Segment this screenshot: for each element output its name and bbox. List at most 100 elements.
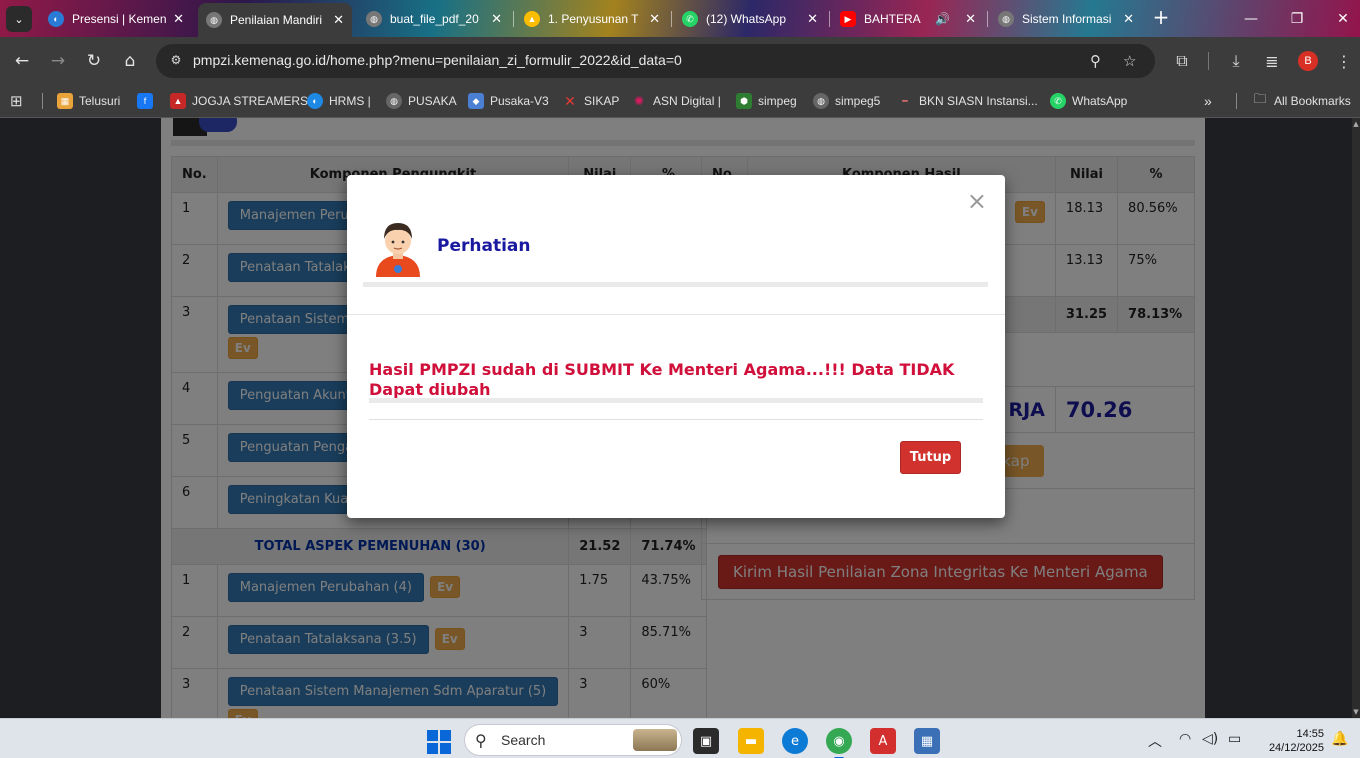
tab-penyusunan[interactable]: ▲ 1. Penyusunan T ✕ — [516, 6, 668, 32]
bookmark-bkn-siasn[interactable]: ━ BKN SIASN Instansi... — [897, 91, 1037, 111]
chrome-browser-icon[interactable]: ◉ — [826, 728, 852, 758]
minimize-button[interactable]: — — [1228, 0, 1274, 37]
tab-separator — [987, 11, 988, 27]
globe-icon: ◍ — [813, 93, 829, 109]
notifications-icon[interactable]: 🔔 — [1331, 731, 1348, 747]
bookmark-icon: ━ — [902, 95, 908, 106]
bookmark-icon: ✕ — [564, 92, 576, 109]
site-info-icon[interactable]: ⚙ — [168, 53, 184, 69]
tab-search-chevron-icon[interactable]: ⌄ — [6, 6, 32, 32]
tab-penilaian-mandiri[interactable]: ◍ Penilaian Mandiri ✕ — [198, 3, 352, 37]
tab-bahtera[interactable]: ▶ BAHTERA CI 🔊 ✕ — [832, 6, 984, 32]
bookmark-star-icon[interactable]: ☆ — [1123, 52, 1136, 70]
globe-icon: ◍ — [206, 12, 222, 28]
bookmark-icon: ◆ — [468, 93, 484, 109]
whatsapp-icon: ✆ — [682, 11, 698, 27]
bookmark-icon: ⬢ — [736, 93, 752, 109]
tab-close-icon[interactable]: ✕ — [333, 12, 344, 28]
globe-icon: ◍ — [386, 93, 402, 109]
bookmark-sikap[interactable]: ✕ SIKAP — [562, 91, 619, 111]
url-text[interactable]: pmpzi.kemenag.go.id/home.php?menu=penila… — [193, 52, 682, 68]
clock-time: 14:55 — [1296, 728, 1324, 740]
tab-close-icon[interactable]: ✕ — [173, 11, 184, 27]
bookmark-whatsapp[interactable]: ✆ WhatsApp — [1050, 91, 1127, 111]
bookmarks-divider — [42, 93, 43, 109]
edge-browser-icon[interactable]: e — [782, 728, 808, 754]
taskbar-search[interactable]: ⚲ Search — [464, 724, 682, 756]
file-explorer-icon[interactable]: ▬ — [738, 728, 764, 754]
tab-strip: ⌄ ◐ Presensi | Kemen ✕ ◍ Penilaian Mandi… — [0, 0, 1360, 37]
scroll-up-arrow-icon[interactable]: ▲ — [1352, 120, 1360, 128]
youtube-icon: ▶ — [840, 11, 856, 27]
tab-sistem-informasi[interactable]: ◍ Sistem Informasi ✕ — [990, 6, 1142, 32]
volume-icon[interactable]: ◁) — [1202, 731, 1218, 747]
tab-buat-file-pdf[interactable]: ◍ buat_file_pdf_20 ✕ — [358, 6, 510, 32]
tab-whatsapp[interactable]: ✆ (12) WhatsApp ✕ — [674, 6, 826, 32]
bookmarks-bar: ⊞ ▦ Telusuri f ▲ JOGJA STREAMERS ◐ HRMS … — [0, 84, 1360, 118]
folder-icon: 🗀 — [1253, 91, 1267, 106]
wifi-icon[interactable]: ◠ — [1179, 731, 1191, 747]
bookmark-pusaka[interactable]: ◍ PUSAKA — [386, 91, 457, 111]
address-bar[interactable]: ⚙ pmpzi.kemenag.go.id/home.php?menu=peni… — [156, 44, 1155, 78]
tab-separator — [829, 11, 830, 27]
tab-close-icon[interactable]: ✕ — [965, 11, 976, 27]
audio-playing-icon[interactable]: 🔊 — [935, 12, 950, 26]
home-button[interactable]: ⌂ — [118, 49, 142, 73]
bookmark-jogja-streamers[interactable]: ▲ JOGJA STREAMERS — [170, 91, 308, 111]
globe-icon: ◍ — [998, 11, 1014, 27]
tab-close-icon[interactable]: ✕ — [1123, 11, 1134, 27]
more-menu-icon[interactable]: ⋮ — [1332, 49, 1356, 73]
tab-presensi[interactable]: ◐ Presensi | Kemen ✕ — [40, 6, 192, 32]
google-drive-icon: ▲ — [524, 11, 540, 27]
taskbar-clock[interactable]: 14:55 24/12/2025 — [1262, 727, 1324, 755]
extensions-icon[interactable]: ⧉ — [1170, 49, 1194, 73]
modal-title: Perhatian — [437, 236, 531, 256]
modal-footer-border — [369, 419, 983, 420]
show-hidden-icons-chevron-icon[interactable]: ︿ — [1148, 731, 1162, 751]
search-icon: ⚲ — [475, 731, 487, 750]
tab-favicon-icon: ◐ — [48, 11, 64, 27]
reload-button[interactable]: ↻ — [82, 49, 106, 73]
forward-button[interactable]: → — [46, 49, 70, 73]
whatsapp-icon: ✆ — [1050, 93, 1066, 109]
page-scrollbar[interactable]: ▲ ▼ — [1352, 118, 1360, 718]
globe-icon: ◍ — [366, 11, 382, 27]
task-view-icon[interactable]: ▣ — [693, 728, 719, 754]
bookmark-facebook[interactable]: f — [137, 91, 159, 111]
restore-button[interactable]: ❐ — [1274, 0, 1320, 37]
all-bookmarks-button[interactable]: 🗀 All Bookmarks — [1252, 91, 1350, 111]
profile-avatar[interactable]: B — [1298, 51, 1318, 71]
bookmark-hrms[interactable]: ◐ HRMS | — [307, 91, 371, 111]
bookmark-telusuri[interactable]: ▦ Telusuri — [57, 91, 120, 111]
bookmark-asn-digital[interactable]: ✺ ASN Digital | — [631, 91, 721, 111]
battery-icon[interactable]: ▭ — [1228, 731, 1241, 747]
bookmark-simpeg[interactable]: ⬢ simpeg — [736, 91, 797, 111]
windows-start-icon[interactable] — [427, 730, 451, 754]
media-controls-icon[interactable]: ≣ — [1260, 49, 1284, 73]
bookmark-icon: ✺ — [633, 94, 645, 108]
modal-header-border — [347, 314, 1005, 315]
new-tab-button[interactable]: + — [1150, 7, 1172, 29]
calculator-icon[interactable]: ▦ — [914, 728, 940, 754]
tutup-button[interactable]: Tutup — [900, 441, 961, 474]
bookmarks-overflow-chevron-icon[interactable]: » — [1204, 91, 1212, 111]
tab-close-icon[interactable]: ✕ — [807, 11, 818, 27]
bookmark-pusaka-v3[interactable]: ◆ Pusaka-V3 — [468, 91, 549, 111]
zoom-icon[interactable]: ⚲ — [1090, 52, 1101, 70]
bookmarks-divider — [1236, 93, 1237, 109]
tab-close-icon[interactable]: ✕ — [649, 11, 660, 27]
bookmark-simpeg5[interactable]: ◍ simpeg5 — [813, 91, 880, 111]
apps-grid-icon[interactable]: ⊞ — [10, 91, 23, 111]
tab-separator — [513, 11, 514, 27]
acrobat-icon[interactable]: A — [870, 728, 896, 754]
bookmark-icon: ▦ — [57, 93, 73, 109]
modal-close-icon[interactable]: × — [967, 187, 987, 215]
user-avatar-icon — [376, 223, 420, 277]
attention-modal: × Perhatian Hasil PMPZI sudah di SUBMIT … — [347, 175, 1005, 518]
scroll-down-arrow-icon[interactable]: ▼ — [1352, 708, 1360, 716]
close-window-button[interactable]: ✕ — [1320, 0, 1360, 37]
download-icon[interactable]: ⤓ — [1224, 49, 1248, 73]
back-button[interactable]: ← — [10, 49, 34, 73]
tab-close-icon[interactable]: ✕ — [491, 11, 502, 27]
facebook-icon: f — [137, 93, 153, 109]
